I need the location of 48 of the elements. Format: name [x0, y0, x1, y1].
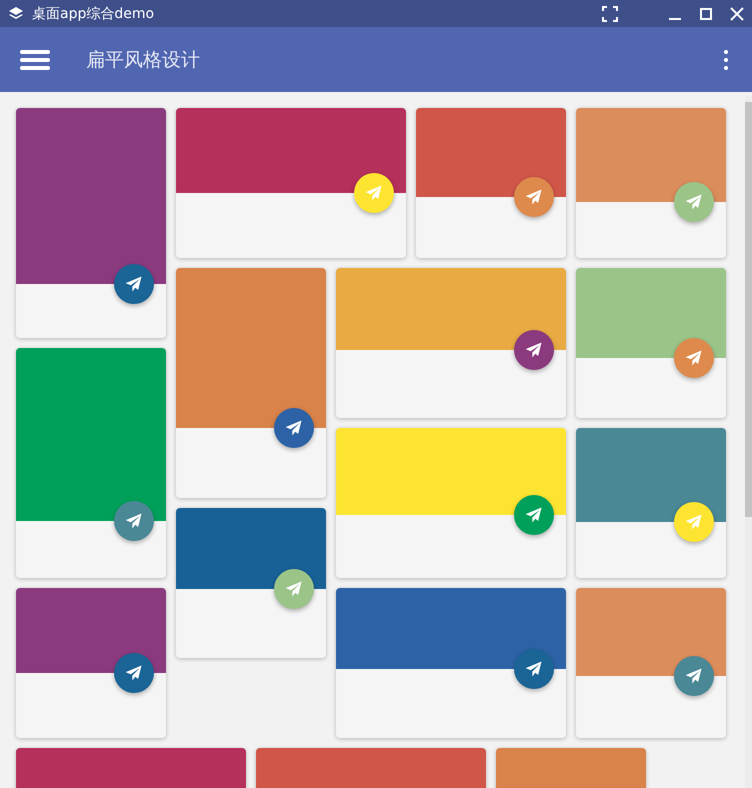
maximize-icon[interactable]	[699, 6, 713, 20]
layers-icon	[8, 6, 24, 22]
tile-card[interactable]	[576, 268, 726, 418]
send-button[interactable]	[514, 330, 554, 370]
tile-card[interactable]	[336, 428, 566, 578]
send-button[interactable]	[674, 656, 714, 696]
paper-plane-icon	[684, 192, 704, 212]
send-button[interactable]	[114, 264, 154, 304]
paper-plane-icon	[684, 666, 704, 686]
app-title: 扁平风格设计	[86, 48, 200, 72]
send-button[interactable]	[514, 495, 554, 535]
paper-plane-icon	[124, 663, 144, 683]
more-icon[interactable]	[724, 50, 728, 70]
send-button[interactable]	[274, 569, 314, 609]
tile-card[interactable]	[336, 268, 566, 418]
send-button[interactable]	[114, 501, 154, 541]
paper-plane-icon	[524, 659, 544, 679]
paper-plane-icon	[124, 511, 144, 531]
close-icon[interactable]	[730, 6, 744, 20]
tile-card[interactable]	[576, 108, 726, 258]
send-button[interactable]	[514, 649, 554, 689]
tile-card[interactable]	[16, 108, 166, 338]
paper-plane-icon	[364, 183, 384, 203]
send-button[interactable]	[274, 408, 314, 448]
paper-plane-icon	[524, 340, 544, 360]
paper-plane-icon	[684, 348, 704, 368]
fullscreen-icon[interactable]	[602, 6, 618, 22]
tile-card[interactable]	[176, 108, 406, 258]
tile-card[interactable]	[416, 108, 566, 258]
send-button[interactable]	[674, 502, 714, 542]
tile-card[interactable]	[16, 588, 166, 738]
paper-plane-icon	[524, 505, 544, 525]
scrollbar[interactable]	[745, 96, 752, 788]
paper-plane-icon	[284, 579, 304, 599]
tile-card[interactable]	[336, 588, 566, 738]
tile-card[interactable]	[176, 508, 326, 658]
paper-plane-icon	[524, 187, 544, 207]
window-title: 桌面app综合demo	[32, 4, 154, 22]
tile-card[interactable]	[176, 268, 326, 498]
paper-plane-icon	[684, 512, 704, 532]
paper-plane-icon	[124, 274, 144, 294]
paper-plane-icon	[284, 418, 304, 438]
tile-card[interactable]	[576, 428, 726, 578]
send-button[interactable]	[514, 177, 554, 217]
tile-card[interactable]	[576, 588, 726, 738]
send-button[interactable]	[354, 173, 394, 213]
menu-icon[interactable]	[20, 50, 50, 70]
tile-card[interactable]	[16, 348, 166, 578]
